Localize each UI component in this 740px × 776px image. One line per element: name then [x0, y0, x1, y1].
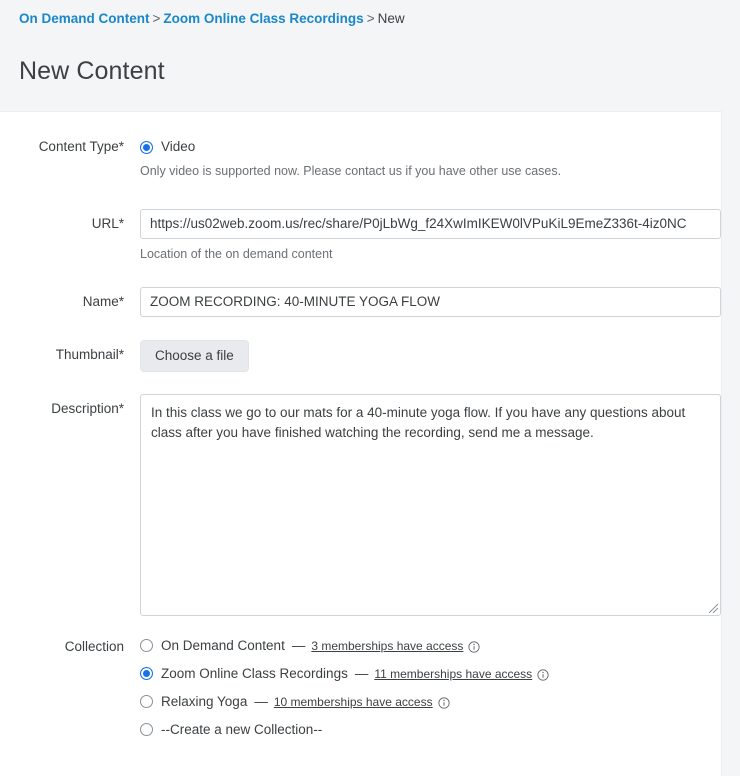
- breadcrumb-link-zoom-online-class-recordings[interactable]: Zoom Online Class Recordings: [163, 11, 363, 26]
- breadcrumb-link-on-demand-content[interactable]: On Demand Content: [19, 11, 150, 26]
- form-card: Content Type* Video Only video is suppor…: [0, 111, 722, 776]
- content-type-radio-video[interactable]: Video: [140, 138, 721, 156]
- thumbnail-field: Choose a file: [124, 340, 721, 372]
- memberships-access-link-on-demand-content[interactable]: 3 memberships have access: [311, 639, 463, 653]
- collection-dash-2: —: [354, 666, 369, 681]
- collection-option-label: Relaxing Yoga: [161, 694, 248, 709]
- content-type-field: Video Only video is supported now. Pleas…: [124, 138, 721, 179]
- form-row-thumbnail: Thumbnail* Choose a file: [0, 340, 721, 372]
- collection-option-label: --Create a new Collection--: [161, 722, 323, 737]
- description-textarea[interactable]: In this class we go to our mats for a 40…: [140, 394, 721, 616]
- collection-option-create-new[interactable]: --Create a new Collection--: [140, 722, 721, 737]
- collection-label: Collection: [64, 639, 124, 654]
- memberships-access-link-relaxing-yoga[interactable]: 10 memberships have access: [274, 695, 433, 709]
- breadcrumb: On Demand Content > Zoom Online Class Reco…: [0, 11, 740, 27]
- radio-video-indicator[interactable]: [140, 140, 153, 154]
- url-help-text: Location of the on demand content: [140, 247, 333, 261]
- breadcrumb-current-new: New: [377, 11, 405, 26]
- form-row-url: URL* https://us02web.zoom.us/rec/share/P…: [0, 209, 721, 262]
- radio-relaxing-yoga-indicator[interactable]: [140, 695, 153, 708]
- info-circle-icon[interactable]: [468, 640, 480, 653]
- choose-a-file-button[interactable]: Choose a file: [140, 340, 249, 372]
- description-field: In this class we go to our mats for a 40…: [124, 394, 721, 616]
- form-row-description: Description* In this class we go to our …: [0, 394, 721, 616]
- description-label: Description*: [51, 401, 124, 416]
- collection-option-zoom-online-class-recordings[interactable]: Zoom Online Class Recordings — 11 member…: [140, 666, 721, 681]
- collection-option-label: On Demand Content: [161, 638, 285, 653]
- memberships-access-link-zoom-online-class-recordings[interactable]: 11 memberships have access: [374, 667, 532, 681]
- collection-option-on-demand-content[interactable]: On Demand Content — 3 memberships have a…: [140, 638, 721, 653]
- info-circle-icon[interactable]: [438, 696, 450, 709]
- page-header: On Demand Content > Zoom Online Class Reco…: [0, 0, 740, 111]
- name-label: Name*: [82, 294, 124, 309]
- url-field: https://us02web.zoom.us/rec/share/P0jLbW…: [124, 209, 721, 262]
- form-row-name: Name* ZOOM RECORDING: 40-MINUTE YOGA FLO…: [0, 287, 721, 317]
- url-input[interactable]: https://us02web.zoom.us/rec/share/P0jLbW…: [140, 209, 721, 239]
- page-title: New Content: [19, 57, 165, 85]
- breadcrumb-separator-2: >: [366, 11, 375, 26]
- collection-option-relaxing-yoga[interactable]: Relaxing Yoga — 10 memberships have acce…: [140, 694, 721, 709]
- info-circle-icon[interactable]: [537, 668, 549, 681]
- collection-dash-1: —: [291, 638, 306, 653]
- radio-on-demand-content-indicator[interactable]: [140, 639, 153, 652]
- collection-dash-3: —: [254, 694, 268, 709]
- form-row-content-type: Content Type* Video Only video is suppor…: [0, 138, 721, 179]
- collection-option-label: Zoom Online Class Recordings: [161, 666, 348, 681]
- radio-zoom-online-class-recordings-indicator[interactable]: [140, 667, 153, 680]
- url-label: URL*: [91, 216, 124, 231]
- breadcrumb-separator-1: >: [152, 11, 161, 26]
- radio-create-new-collection-indicator[interactable]: [140, 723, 153, 736]
- collection-field: On Demand Content — 3 memberships have a…: [124, 638, 721, 737]
- form-row-collection: Collection On Demand Content — 3 members…: [0, 638, 721, 737]
- content-type-label: Content Type*: [38, 139, 124, 154]
- content-type-help-text: Only video is supported now. Please cont…: [140, 164, 562, 178]
- name-field: ZOOM RECORDING: 40-MINUTE YOGA FLOW: [124, 287, 721, 317]
- name-input[interactable]: ZOOM RECORDING: 40-MINUTE YOGA FLOW: [140, 287, 721, 317]
- radio-video-label: Video: [161, 139, 196, 154]
- thumbnail-label: Thumbnail*: [55, 347, 124, 362]
